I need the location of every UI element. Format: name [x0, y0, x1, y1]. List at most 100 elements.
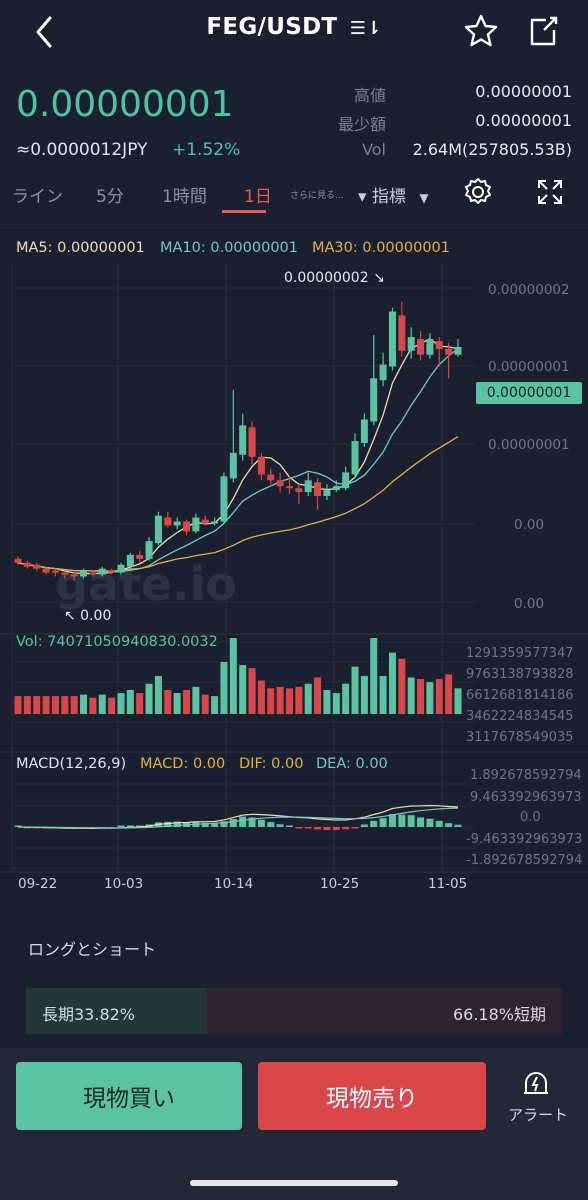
- volume-bar: [257, 680, 265, 714]
- short-ratio: 66.18%短期: [452, 1005, 546, 1024]
- candle-body: [398, 315, 406, 351]
- macd-title: MACD(12,26,9): [16, 756, 127, 772]
- candle-body: [454, 346, 462, 355]
- macd-bar: [342, 827, 350, 830]
- candle-body: [98, 568, 106, 575]
- alert-bell-icon[interactable]: [520, 1068, 552, 1100]
- indicator-label: ▾ 指標: [358, 187, 406, 207]
- alert-label[interactable]: アラート: [498, 1104, 578, 1125]
- tab-1hour[interactable]: 1時間: [162, 182, 207, 207]
- macd-bar: [229, 819, 237, 827]
- kline-chart[interactable]: gate.io: [0, 262, 588, 902]
- macd-bar: [407, 815, 415, 827]
- volume-bar: [426, 682, 434, 714]
- macd-axis-label: -9.463392963973: [466, 832, 583, 847]
- volume-bar: [407, 677, 415, 714]
- candle-body: [145, 541, 153, 559]
- candle-body: [14, 558, 22, 563]
- candle-body: [239, 425, 247, 455]
- indicator-dropdown[interactable]: ▾ 指標 ▼: [358, 182, 429, 207]
- volume-bar: [173, 693, 181, 714]
- active-tab-underline: [222, 210, 266, 213]
- macd-value: MACD: 0.00: [140, 756, 226, 772]
- ma30-line: [17, 436, 459, 572]
- macd-axis-label: -1.892678592794: [466, 853, 583, 868]
- candle-body: [426, 339, 434, 355]
- fullscreen-icon[interactable]: [536, 178, 564, 206]
- vol-axis-label: 3117678549035: [466, 730, 574, 745]
- macd-bar: [360, 824, 368, 827]
- candle-body: [117, 564, 125, 573]
- date-axis-label: 10-25: [320, 876, 360, 892]
- macd-bar: [295, 827, 303, 829]
- candle-body: [42, 568, 50, 573]
- candle-body: [211, 521, 219, 524]
- volume-bar: [14, 696, 22, 714]
- gate-watermark: gate.io: [55, 557, 237, 611]
- volume-bar: [314, 677, 322, 714]
- favorite-star-icon[interactable]: [462, 12, 500, 50]
- settings-gear-icon[interactable]: [462, 176, 494, 208]
- candle-body: [70, 574, 78, 577]
- spot-sell-button[interactable]: 現物売り: [258, 1062, 486, 1130]
- volume-bar: [445, 674, 453, 714]
- candle-body: [89, 572, 97, 575]
- dropdown-caret-icon: ▼: [419, 191, 429, 205]
- vol-value: 2.64M(257805.53B): [412, 140, 572, 159]
- volume-bar: [267, 688, 275, 714]
- volume-bar: [220, 661, 228, 714]
- candle-body: [108, 570, 116, 573]
- macd-bar: [267, 822, 275, 827]
- macd-bar: [239, 816, 247, 827]
- macd-bar: [445, 823, 453, 827]
- long-short-title: ロングとショート: [28, 940, 157, 959]
- date-axis-label: 09-22: [18, 876, 58, 892]
- volume-bar: [342, 683, 350, 714]
- date-axis-label: 10-14: [214, 876, 254, 892]
- candle-body: [388, 311, 396, 367]
- candle-body: [257, 456, 265, 475]
- candle-body: [23, 562, 31, 567]
- volume-bar: [417, 679, 425, 714]
- high-label: 高値: [353, 86, 386, 105]
- volume-bar: [42, 696, 50, 714]
- tab-1day[interactable]: 1日: [244, 182, 272, 207]
- more-intervals[interactable]: さらに見る...: [290, 188, 344, 201]
- volume-bar: [33, 696, 41, 714]
- low-marker: ↖ 0.00: [64, 608, 112, 624]
- macd-bar: [304, 827, 312, 829]
- macd-bar: [370, 820, 378, 827]
- volume-bar: [126, 689, 134, 714]
- volume-bar: [98, 694, 106, 714]
- vol-axis-label: 9763138793828: [466, 667, 574, 682]
- macd-bar: [285, 825, 293, 827]
- price-axis-label: 0.00000002: [488, 282, 570, 298]
- volume-bar: [435, 679, 443, 714]
- volume-bar: [192, 686, 200, 714]
- candle-body: [220, 476, 228, 522]
- macd-bar: [323, 827, 331, 830]
- candle-body: [295, 488, 303, 493]
- candle-body: [164, 517, 172, 526]
- volume-bar: [398, 658, 406, 714]
- tab-line[interactable]: ライン: [12, 182, 63, 207]
- candle-body: [201, 519, 209, 524]
- volume-bar: [323, 689, 331, 714]
- ma30-label: MA30: 0.00000001: [312, 240, 451, 256]
- macd-bar: [417, 817, 425, 827]
- share-icon[interactable]: [524, 12, 562, 50]
- spot-buy-button[interactable]: 現物買い: [16, 1062, 242, 1130]
- volume-bar: [23, 696, 31, 714]
- volume-bar: [89, 697, 97, 714]
- price-axis-label: 0.00: [514, 596, 545, 612]
- macd-bar: [426, 818, 434, 827]
- macd-axis-label: 0.0: [520, 810, 541, 825]
- volume-bar: [154, 675, 162, 714]
- volume-bar: [117, 693, 125, 714]
- candle-body: [332, 486, 340, 491]
- volume-bar: [211, 696, 219, 714]
- price-axis-label: 0.00000001: [488, 437, 570, 453]
- pair-switch-icon[interactable]: ☰⇂: [350, 18, 382, 39]
- volume-bar: [136, 693, 144, 714]
- tab-5min[interactable]: 5分: [96, 182, 124, 207]
